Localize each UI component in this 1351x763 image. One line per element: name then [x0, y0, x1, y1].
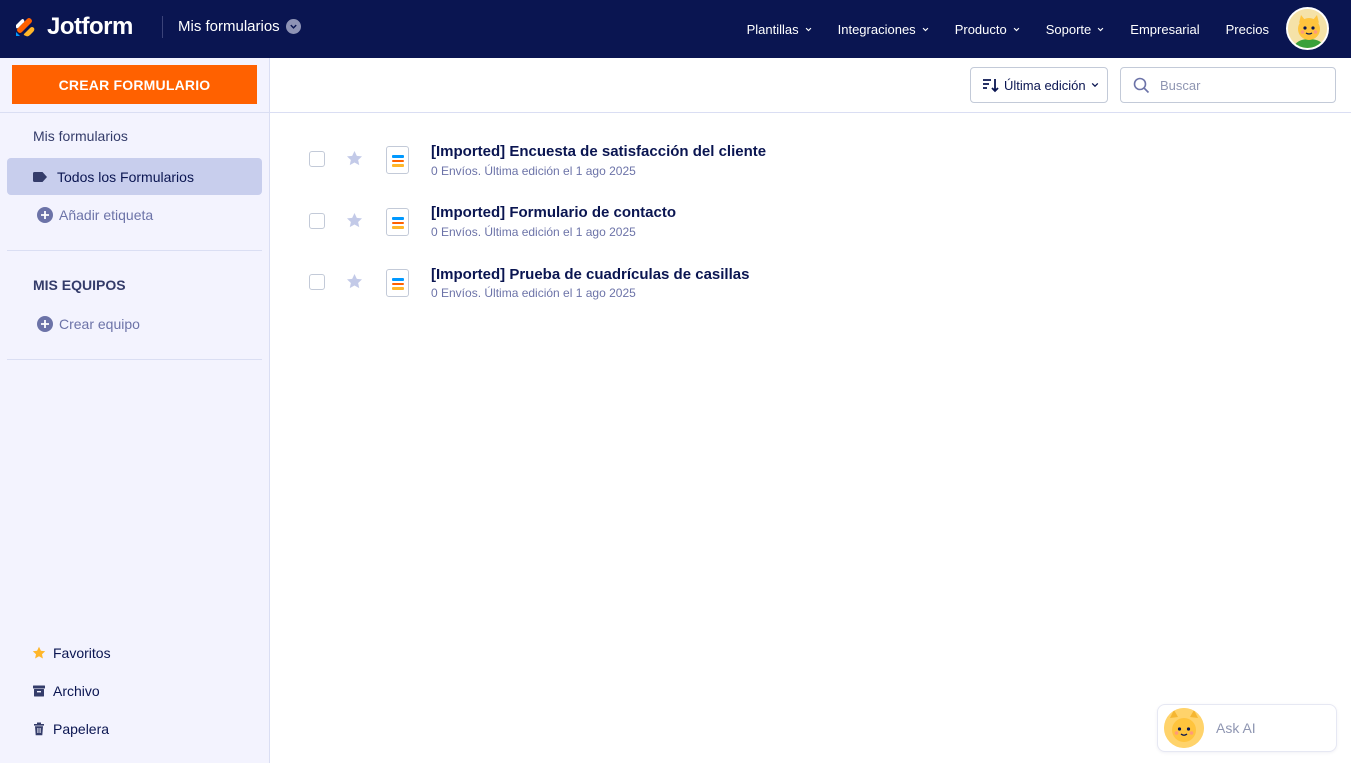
nav-label: Empresarial	[1130, 21, 1200, 37]
form-title[interactable]: [Imported] Formulario de contacto	[431, 204, 676, 221]
my-teams-heading: MIS EQUIPOS	[33, 277, 126, 293]
create-team-button[interactable]: Crear equipo	[31, 316, 140, 332]
sidebar-item-archive[interactable]: Archivo	[32, 683, 100, 699]
switcher-label: Mis formularios	[178, 18, 280, 35]
star-icon[interactable]	[346, 273, 363, 290]
create-team-text: Crear equipo	[59, 316, 140, 332]
ask-ai-button[interactable]: Ask AI	[1157, 704, 1337, 752]
sidebar-item-label: Papelera	[53, 721, 110, 737]
form-title[interactable]: [Imported] Encuesta de satisfacción del …	[431, 143, 766, 160]
logo-text: Jotform	[47, 13, 133, 40]
archive-icon	[33, 685, 45, 697]
chevron-down-icon	[285, 19, 301, 34]
my-forms-heading: Mis formularios	[33, 128, 128, 144]
star-icon[interactable]	[346, 212, 363, 229]
chevron-down-icon	[1013, 27, 1020, 31]
plus-circle-icon	[37, 316, 53, 332]
form-icon	[386, 146, 409, 174]
sidebar: CREAR FORMULARIO Mis formularios Todos l…	[0, 58, 270, 763]
plus-circle-icon	[37, 207, 53, 223]
top-navbar: Jotform Mis formularios Plantillas Integ…	[0, 0, 1351, 58]
list-item[interactable]: [Imported] Prueba de cuadrículas de casi…	[270, 253, 1351, 314]
sidebar-item-favorites[interactable]: Favoritos	[32, 645, 111, 661]
divider	[162, 16, 163, 38]
user-avatar-icon	[1288, 9, 1327, 48]
star-icon	[32, 646, 46, 659]
trash-icon	[34, 722, 44, 736]
select-checkbox[interactable]	[309, 151, 325, 167]
nav-producto[interactable]: Producto	[955, 22, 1020, 37]
nav-empresarial[interactable]: Empresarial	[1130, 22, 1199, 37]
create-form-button[interactable]: CREAR FORMULARIO	[12, 65, 257, 104]
nav-label: Plantillas	[746, 21, 799, 37]
search-input[interactable]	[1160, 77, 1320, 93]
divider	[7, 250, 262, 251]
nav-soporte[interactable]: Soporte	[1046, 22, 1105, 37]
sidebar-item-trash[interactable]: Papelera	[32, 721, 109, 737]
divider	[7, 359, 262, 360]
form-icon	[386, 208, 409, 236]
select-checkbox[interactable]	[309, 274, 325, 290]
nav-precios[interactable]: Precios	[1226, 22, 1269, 37]
sidebar-item-all-forms[interactable]: Todos los Formularios	[7, 158, 262, 195]
my-forms-switcher[interactable]: Mis formularios	[178, 18, 301, 35]
avatar[interactable]	[1286, 7, 1329, 50]
form-meta: 0 Envíos. Última edición el 1 ago 2025	[431, 164, 636, 178]
add-label-text: Añadir etiqueta	[59, 207, 154, 223]
form-meta: 0 Envíos. Última edición el 1 ago 2025	[431, 225, 636, 239]
jotform-logo-icon	[16, 18, 35, 37]
form-title[interactable]: [Imported] Prueba de cuadrículas de casi…	[431, 266, 749, 283]
nav-label: Soporte	[1045, 21, 1092, 37]
list-toolbar: Última edición	[270, 58, 1351, 113]
nav-plantillas[interactable]: Plantillas	[747, 22, 812, 37]
form-meta: 0 Envíos. Última edición el 1 ago 2025	[431, 286, 636, 300]
search-box[interactable]	[1120, 67, 1336, 103]
select-checkbox[interactable]	[309, 213, 325, 229]
form-icon	[386, 269, 409, 297]
star-icon[interactable]	[346, 150, 363, 167]
ai-assistant-icon	[1164, 708, 1204, 748]
sidebar-item-label: Archivo	[53, 683, 100, 699]
search-icon	[1133, 77, 1150, 93]
nav-label: Precios	[1225, 21, 1269, 37]
chevron-down-icon	[1097, 27, 1104, 31]
add-label-button[interactable]: Añadir etiqueta	[31, 207, 153, 223]
nav-integraciones[interactable]: Integraciones	[838, 22, 929, 37]
chevron-down-icon	[805, 27, 811, 31]
sidebar-item-label: Favoritos	[53, 645, 111, 661]
main-nav: Plantillas Integraciones Producto Soport…	[721, 0, 1269, 58]
divider	[0, 112, 270, 113]
nav-label: Producto	[954, 21, 1007, 37]
sort-dropdown[interactable]: Última edición	[970, 67, 1108, 103]
list-item[interactable]: [Imported] Formulario de contacto 0 Enví…	[270, 191, 1351, 252]
sidebar-item-label: Todos los Formularios	[57, 168, 194, 185]
nav-label: Integraciones	[837, 21, 916, 37]
chevron-down-icon	[922, 27, 929, 31]
list-item[interactable]: [Imported] Encuesta de satisfacción del …	[270, 130, 1351, 191]
sort-label: Última edición	[1004, 77, 1086, 93]
chevron-down-icon	[1091, 82, 1098, 88]
ask-ai-label: Ask AI	[1216, 720, 1256, 736]
tag-icon	[33, 171, 47, 182]
jotform-logo[interactable]: Jotform	[13, 13, 133, 41]
sort-icon	[983, 79, 999, 93]
